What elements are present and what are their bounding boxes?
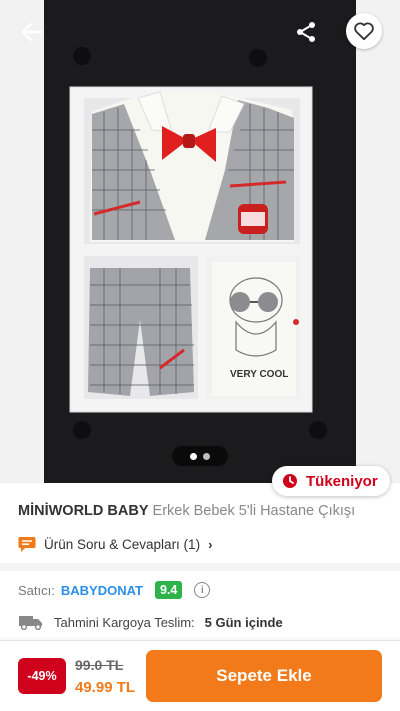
section-divider bbox=[0, 563, 400, 571]
info-icon[interactable]: i bbox=[194, 582, 211, 598]
qa-label: Ürün Soru & Cevapları (1) bbox=[44, 536, 201, 552]
share-icon bbox=[297, 22, 315, 42]
low-stock-badge: Tükeniyor bbox=[272, 466, 390, 496]
low-stock-label: Tükeniyor bbox=[306, 472, 378, 490]
product-image-gallery[interactable]: VERY COOL bbox=[0, 0, 400, 483]
product-photo: VERY COOL bbox=[69, 47, 327, 439]
share-button[interactable] bbox=[288, 14, 324, 50]
product-qa-link[interactable]: Ürün Soru & Cevapları (1) › bbox=[18, 534, 212, 554]
seller-label: Satıcı: bbox=[18, 582, 55, 598]
shipping-info: Tahmini Kargoya Teslim: 5 Gün içinde bbox=[18, 612, 283, 632]
seller-name-link[interactable]: BABYDONAT bbox=[61, 583, 143, 598]
product-title: MİNİWORLD BABY Erkek Bebek 5'li Hastane … bbox=[18, 502, 388, 520]
truck-icon bbox=[19, 616, 42, 630]
heart-outline-icon bbox=[354, 22, 374, 41]
chevron-right-icon: › bbox=[208, 536, 213, 552]
favorite-button[interactable] bbox=[346, 13, 382, 49]
gallery-dot-active[interactable] bbox=[190, 452, 197, 460]
add-to-cart-button[interactable]: Sepete Ekle bbox=[146, 650, 382, 702]
gallery-pagination bbox=[172, 446, 228, 466]
product-page: VERY COOL Tükeniyor MİNİWORLD BABY Erkek… bbox=[0, 0, 400, 711]
gallery-dot[interactable] bbox=[203, 452, 210, 460]
current-price: 49.99 TL bbox=[75, 679, 136, 696]
discount-badge: -49% bbox=[18, 658, 66, 694]
original-price: 99.0 TL bbox=[75, 657, 124, 673]
bottom-purchase-bar: -49% 99.0 TL 49.99 TL Sepete Ekle bbox=[0, 640, 400, 711]
shipping-label: Tahmini Kargoya Teslim: bbox=[54, 614, 195, 630]
svg-text:VERY COOL: VERY COOL bbox=[230, 369, 288, 380]
product-brand[interactable]: MİNİWORLD BABY bbox=[18, 503, 149, 519]
clock-icon bbox=[283, 474, 297, 488]
arrow-left-icon bbox=[21, 22, 43, 42]
seller-info: Satıcı: BABYDONAT 9.4 i bbox=[18, 579, 211, 601]
chat-bubble-icon bbox=[18, 536, 36, 552]
shipping-estimate: 5 Gün içinde bbox=[204, 614, 283, 630]
back-button[interactable] bbox=[14, 14, 50, 50]
seller-score-badge: 9.4 bbox=[154, 581, 183, 599]
product-name: Erkek Bebek 5'li Hastane Çıkışı bbox=[152, 503, 356, 519]
